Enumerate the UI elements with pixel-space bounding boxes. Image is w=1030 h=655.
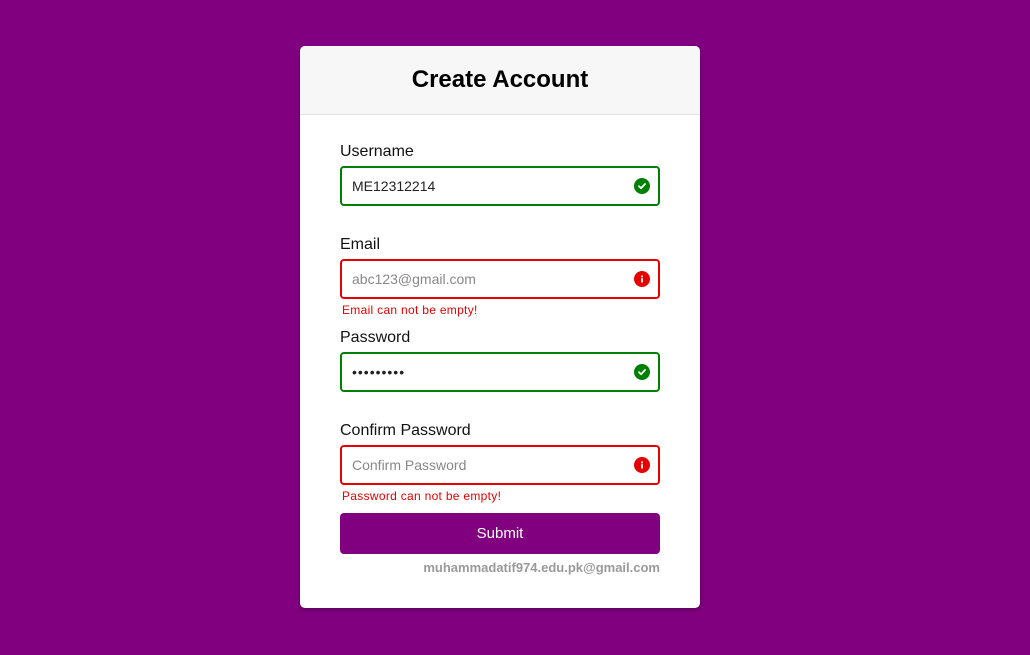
email-error-message: Email can not be empty! (342, 303, 478, 317)
check-circle-icon (634, 364, 650, 380)
email-label: Email (340, 236, 381, 253)
email-input[interactable] (340, 259, 660, 299)
password-label: Password (340, 329, 411, 346)
email-form-control: Email Email can not be empty! (340, 237, 660, 330)
exclamation-circle-icon (634, 271, 650, 287)
username-input[interactable] (340, 166, 660, 206)
create-account-card: Create Account Username Email Email can … (300, 46, 700, 608)
submit-button[interactable]: Submit (340, 513, 660, 554)
username-form-control: Username (340, 144, 660, 237)
footer-email: muhammadatif974.edu.pk@gmail.com (423, 560, 660, 575)
exclamation-circle-icon (634, 457, 650, 473)
confirm-password-input[interactable] (340, 445, 660, 485)
confirm-password-error-message: Password can not be empty! (342, 489, 502, 503)
page-title: Create Account (411, 66, 589, 93)
confirm-password-form-control: Confirm Password Password can not be emp… (340, 423, 660, 516)
password-input[interactable] (340, 352, 660, 392)
signup-form: Username Email Email can not be empty! P… (300, 115, 700, 575)
card-header: Create Account (300, 46, 700, 115)
password-form-control: Password (340, 330, 660, 423)
username-label: Username (340, 143, 414, 160)
confirm-password-label: Confirm Password (340, 422, 471, 439)
check-circle-icon (634, 178, 650, 194)
